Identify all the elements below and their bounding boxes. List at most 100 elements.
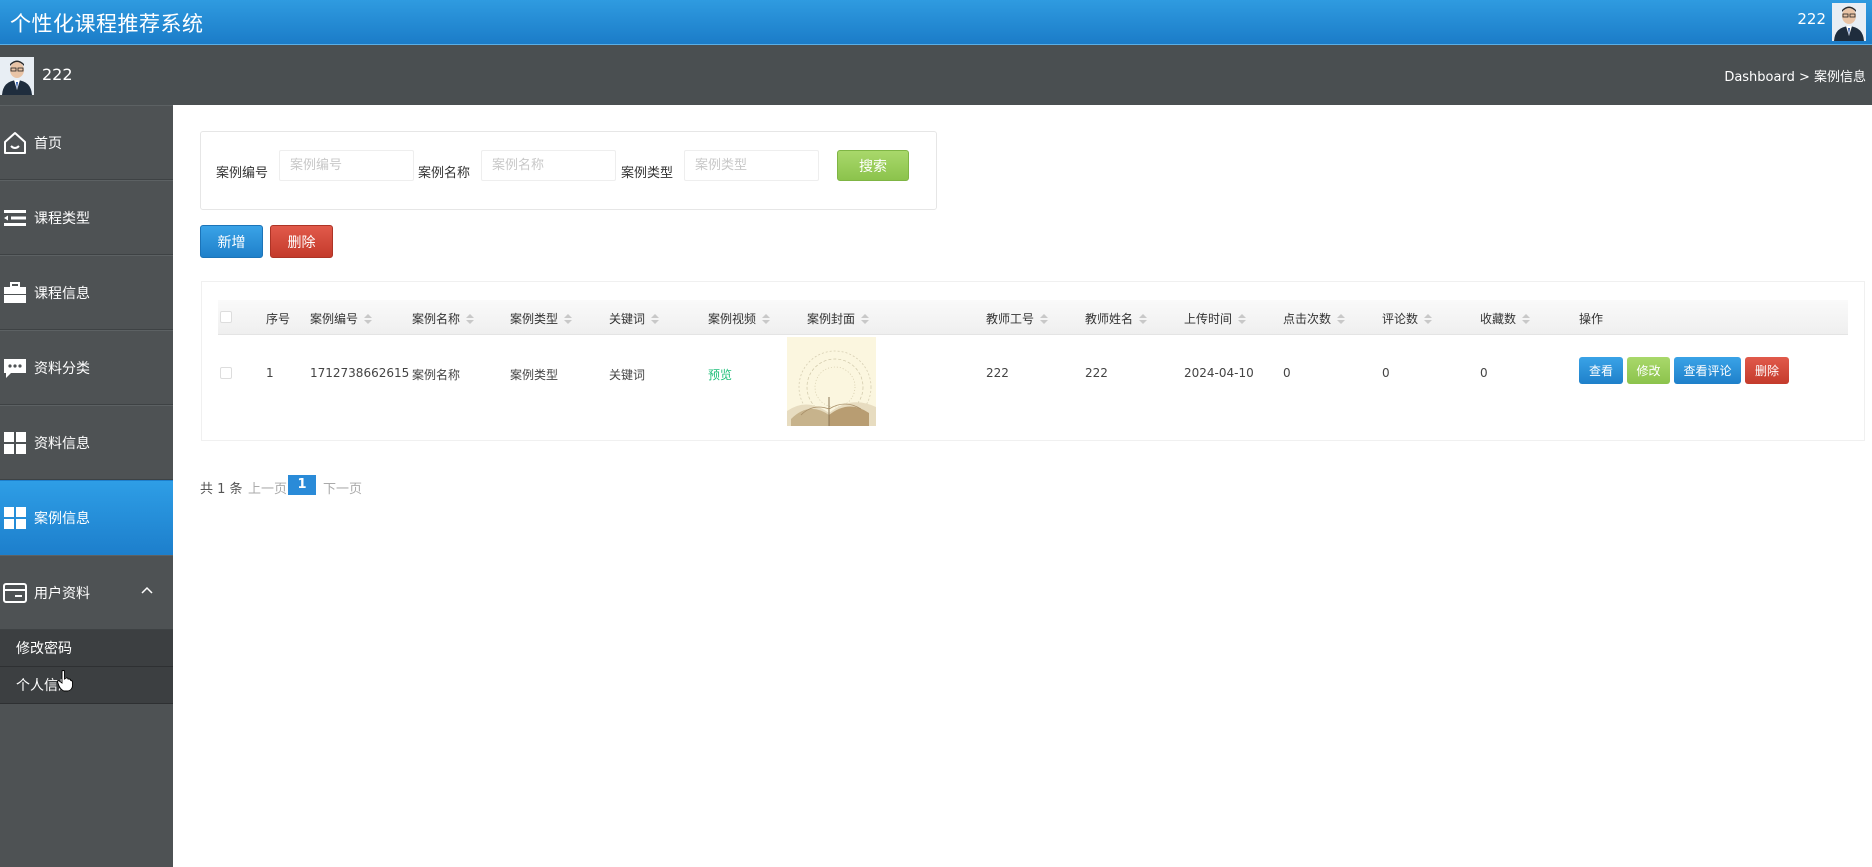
col-comments[interactable]: 评论数 — [1382, 310, 1433, 327]
cell-case-type: 案例类型 — [510, 368, 559, 382]
sidebar-item-case-info[interactable]: 案例信息 — [0, 480, 173, 555]
cover-image[interactable] — [787, 337, 876, 426]
batch-delete-button[interactable]: 删除 — [270, 225, 333, 258]
col-index: 序号 — [266, 312, 291, 326]
col-label: 案例视频 — [708, 312, 757, 326]
sort-icon[interactable] — [861, 314, 870, 324]
add-button[interactable]: 新增 — [200, 225, 263, 258]
search-label-case-name: 案例名称 — [418, 166, 471, 181]
cell-index: 1 — [266, 366, 274, 380]
view-comments-button[interactable]: 查看评论 — [1674, 357, 1741, 384]
sidebar-item-label: 用户资料 — [34, 585, 90, 602]
sort-icon[interactable] — [466, 314, 475, 324]
row-checkbox[interactable] — [220, 367, 232, 379]
col-label: 案例封面 — [807, 312, 856, 326]
sort-icon[interactable] — [1139, 314, 1148, 324]
briefcase-icon — [2, 280, 28, 306]
user-avatar-icon[interactable] — [1832, 3, 1866, 41]
header-username[interactable]: 222 — [1797, 10, 1826, 28]
search-label-case-type: 案例类型 — [621, 166, 674, 181]
prev-page-button[interactable]: 上一页 — [248, 478, 287, 497]
col-label: 关键词 — [609, 312, 646, 326]
case-no-input[interactable] — [279, 150, 414, 181]
col-cover[interactable]: 案例封面 — [807, 310, 870, 327]
col-video[interactable]: 案例视频 — [708, 310, 771, 327]
search-label-case-no: 案例编号 — [216, 166, 269, 181]
sidebar-username: 222 — [42, 65, 73, 84]
search-button[interactable]: 搜索 — [837, 150, 909, 181]
sidebar-item-course-info[interactable]: 课程信息 — [0, 255, 173, 330]
app-title: 个性化课程推荐系统 — [10, 12, 204, 36]
sort-icon[interactable] — [651, 314, 660, 324]
sidebar-item-home[interactable]: 首页 — [0, 105, 173, 180]
row-delete-button[interactable]: 删除 — [1745, 357, 1789, 384]
sidebar-item-material-info[interactable]: 资料信息 — [0, 405, 173, 480]
list-icon — [2, 205, 28, 231]
sidebar-item-label: 课程信息 — [34, 285, 90, 302]
col-keyword[interactable]: 关键词 — [609, 310, 660, 327]
sort-icon[interactable] — [1424, 314, 1433, 324]
sidebar-item-material-category[interactable]: 资料分类 — [0, 330, 173, 405]
case-name-input[interactable] — [481, 150, 616, 181]
grid-icon — [2, 430, 28, 456]
sidebar-subitem-change-password[interactable]: 修改密码 — [0, 630, 173, 667]
sidebar-item-user-profile[interactable]: 用户资料 — [0, 555, 173, 630]
card-icon — [2, 580, 28, 606]
grid-icon — [2, 505, 28, 531]
col-upload-time[interactable]: 上传时间 — [1184, 310, 1247, 327]
cell-comments: 0 — [1382, 366, 1390, 380]
top-header: 个性化课程推荐系统 222 — [0, 0, 1872, 45]
next-page-button[interactable]: 下一页 — [323, 478, 362, 497]
cell-case-no: 1712738662615 — [310, 366, 410, 380]
col-case-type[interactable]: 案例类型 — [510, 310, 573, 327]
table-header: 序号 案例编号 案例名称 案例类型 关键词 案例视频 案例封面 教师工号 教师姓… — [218, 300, 1848, 335]
video-preview-link[interactable]: 预览 — [708, 366, 732, 383]
breadcrumb: Dashboard > 案例信息 — [1724, 70, 1866, 85]
col-teacher-no[interactable]: 教师工号 — [986, 310, 1049, 327]
sidebar-item-label: 资料分类 — [34, 360, 90, 377]
case-type-input[interactable] — [684, 150, 819, 181]
col-label: 教师工号 — [986, 312, 1035, 326]
sort-icon[interactable] — [564, 314, 573, 324]
col-favorites[interactable]: 收藏数 — [1480, 310, 1531, 327]
chevron-up-icon[interactable] — [141, 586, 153, 594]
view-button[interactable]: 查看 — [1579, 357, 1623, 384]
col-case-no[interactable]: 案例编号 — [310, 310, 373, 327]
sidebar-item-course-type[interactable]: 课程类型 — [0, 180, 173, 255]
cell-favorites: 0 — [1480, 366, 1488, 380]
edit-button[interactable]: 修改 — [1627, 357, 1670, 384]
sort-icon[interactable] — [364, 314, 373, 324]
sort-icon[interactable] — [1040, 314, 1049, 324]
col-case-name[interactable]: 案例名称 — [412, 310, 475, 327]
col-clicks[interactable]: 点击次数 — [1283, 310, 1346, 327]
cell-upload-time: 2024-04-10 — [1184, 366, 1254, 380]
current-page[interactable]: 1 — [288, 475, 316, 495]
cell-clicks: 0 — [1283, 366, 1291, 380]
cell-case-name: 案例名称 — [412, 368, 461, 382]
select-all-checkbox[interactable] — [220, 311, 232, 323]
cell-keyword: 关键词 — [609, 368, 646, 382]
sort-icon[interactable] — [1522, 314, 1531, 324]
col-label: 案例编号 — [310, 312, 359, 326]
sidebar-subitem-personal-info[interactable]: 个人信息 — [0, 667, 173, 704]
user-bar: 222 Dashboard > 案例信息 — [0, 45, 1872, 105]
col-label: 案例名称 — [412, 312, 461, 326]
search-form: 案例编号 案例名称 案例类型 搜索 — [200, 131, 937, 210]
main-content: 案例编号 案例名称 案例类型 搜索 新增 删除 序号 案例编号 案例名称 案例类… — [173, 105, 1872, 867]
col-label: 教师姓名 — [1085, 312, 1134, 326]
hand-cursor-icon — [57, 670, 73, 692]
sidebar-avatar-icon[interactable] — [0, 57, 34, 95]
col-teacher-name[interactable]: 教师姓名 — [1085, 310, 1148, 327]
data-table: 序号 案例编号 案例名称 案例类型 关键词 案例视频 案例封面 教师工号 教师姓… — [201, 281, 1865, 441]
col-label: 上传时间 — [1184, 312, 1233, 326]
col-label: 案例类型 — [510, 312, 559, 326]
cell-teacher-no: 222 — [986, 366, 1009, 380]
col-actions: 操作 — [1579, 312, 1604, 326]
sort-icon[interactable] — [1238, 314, 1247, 324]
total-count: 共 1 条 — [200, 482, 243, 497]
col-label: 收藏数 — [1480, 312, 1517, 326]
sidebar-item-label: 课程类型 — [34, 210, 90, 227]
sort-icon[interactable] — [1337, 314, 1346, 324]
sort-icon[interactable] — [762, 314, 771, 324]
sidebar-item-label: 首页 — [34, 135, 62, 152]
